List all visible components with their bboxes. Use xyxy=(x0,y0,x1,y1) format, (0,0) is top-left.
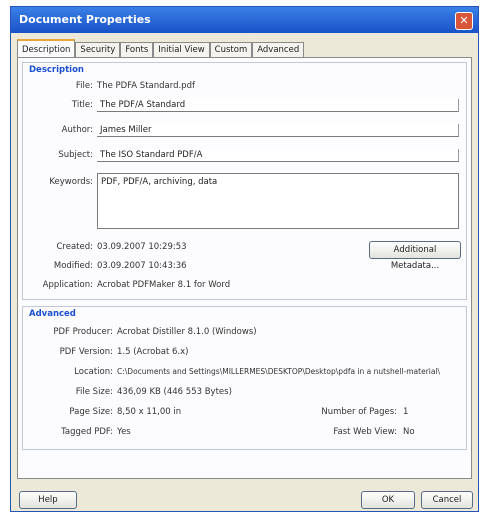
tab-fonts[interactable]: Fonts xyxy=(120,42,154,57)
created-label: Created: xyxy=(56,242,93,252)
close-icon[interactable]: ✕ xyxy=(455,12,473,30)
advanced-section: Advanced PDF Producer: Acrobat Distiller… xyxy=(22,306,467,450)
author-label: Author: xyxy=(61,125,93,135)
application-label: Application: xyxy=(42,280,93,290)
keywords-field[interactable]: PDF, PDF/A, archiving, data xyxy=(97,173,459,229)
ok-button[interactable]: OK xyxy=(361,491,415,509)
file-value: The PDFA Standard.pdf xyxy=(97,81,195,91)
keywords-label: Keywords: xyxy=(49,177,93,187)
document-properties-dialog: Document Properties ✕ Description Securi… xyxy=(10,6,479,512)
number-of-pages-value: 1 xyxy=(403,407,409,417)
advanced-section-title: Advanced xyxy=(29,309,76,319)
page-size-label: Page Size: xyxy=(69,407,113,417)
tab-advanced[interactable]: Advanced xyxy=(252,42,305,57)
tab-strip: Description Security Fonts Initial View … xyxy=(17,39,305,59)
pdf-producer-value: Acrobat Distiller 8.1.0 (Windows) xyxy=(117,327,257,337)
application-value: Acrobat PDFMaker 8.1 for Word xyxy=(97,280,231,290)
number-of-pages-label: Number of Pages: xyxy=(321,407,397,417)
pdf-version-label: PDF Version: xyxy=(59,347,113,357)
window-title: Document Properties xyxy=(19,13,151,26)
file-label: File: xyxy=(75,81,93,91)
author-field[interactable]: James Miller xyxy=(97,124,459,137)
tab-security[interactable]: Security xyxy=(75,42,121,57)
cancel-button[interactable]: Cancel xyxy=(421,491,473,509)
tab-panel: Description File: The PDFA Standard.pdf … xyxy=(17,57,472,479)
file-size-label: File Size: xyxy=(75,387,113,397)
description-section: Description File: The PDFA Standard.pdf … xyxy=(22,62,467,300)
title-label: Title: xyxy=(71,100,93,110)
title-field[interactable]: The PDF/A Standard xyxy=(97,99,459,112)
tab-custom[interactable]: Custom xyxy=(209,42,253,57)
fast-web-view-value: No xyxy=(403,427,415,437)
created-value: 03.09.2007 10:29:53 xyxy=(97,242,187,252)
tab-initial-view[interactable]: Initial View xyxy=(153,42,210,57)
title-bar: Document Properties ✕ xyxy=(11,7,478,33)
pdf-version-value: 1.5 (Acrobat 6.x) xyxy=(117,347,189,357)
fast-web-view-label: Fast Web View: xyxy=(333,427,397,437)
modified-value: 03.09.2007 10:43:36 xyxy=(97,261,187,271)
location-label: Location: xyxy=(74,367,113,377)
page-size-value: 8,50 x 11,00 in xyxy=(117,407,182,417)
tagged-pdf-value: Yes xyxy=(117,427,131,437)
help-button[interactable]: Help xyxy=(19,491,77,509)
subject-label: Subject: xyxy=(58,150,93,160)
modified-label: Modified: xyxy=(53,261,93,271)
additional-metadata-button[interactable]: Additional Metadata... xyxy=(369,241,461,271)
description-section-title: Description xyxy=(29,65,84,75)
location-value: C:\Documents and Settings\MILLERMES\DESK… xyxy=(117,367,441,376)
pdf-producer-label: PDF Producer: xyxy=(53,327,113,337)
file-size-value: 436,09 KB (446 553 Bytes) xyxy=(117,387,232,397)
tagged-pdf-label: Tagged PDF: xyxy=(61,427,113,437)
subject-field[interactable]: The ISO Standard PDF/A xyxy=(97,149,459,162)
tab-description[interactable]: Description xyxy=(17,39,76,59)
